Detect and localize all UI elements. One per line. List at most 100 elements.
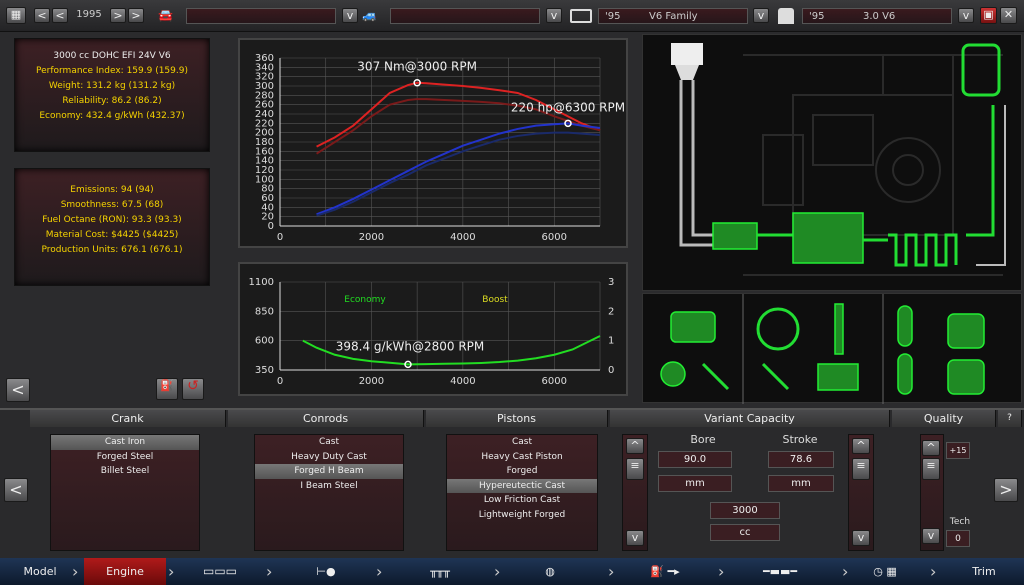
conrod-option[interactable]: Heavy Duty Cast [255, 450, 403, 465]
conrod-option[interactable]: I Beam Steel [255, 479, 403, 494]
model-dropdown-button[interactable]: v [342, 8, 358, 23]
ignition-icon [660, 361, 686, 387]
conrod-icon [897, 305, 913, 347]
x-tick-label: 2000 [359, 376, 384, 387]
chevron-right-icon: › [718, 562, 725, 581]
stroke-unit: mm [768, 475, 834, 492]
trim-dropdown-button[interactable]: v [546, 8, 562, 23]
spark-plug-icon [701, 362, 730, 391]
piston-option[interactable]: Hypereutectic Cast [447, 478, 597, 493]
y2-tick-label: 0 [608, 365, 614, 376]
quality-down-button[interactable]: v [922, 528, 940, 544]
stroke-up-button[interactable]: ^ [852, 438, 870, 454]
model-field[interactable] [186, 8, 336, 24]
y-tick-label: 600 [255, 336, 274, 347]
chevron-right-icon: › [266, 562, 273, 581]
exhaust-manifold-icon [888, 233, 958, 267]
bore-down-button[interactable]: v [626, 530, 644, 546]
crank-header: Crank [30, 410, 226, 427]
quality-up-button[interactable]: ^ [922, 440, 940, 456]
help-button[interactable]: ? [998, 410, 1022, 427]
tech-value: 0 [946, 530, 970, 547]
tab-exhaust[interactable]: ━▬▬━ [740, 558, 820, 585]
cylinder-head-icon [792, 212, 864, 264]
tab-fuel[interactable]: ⛽ ━▸ [630, 558, 700, 585]
y-tick-label: 360 [255, 53, 274, 64]
tab-bottom-end[interactable]: ⊢● [296, 558, 356, 585]
engine-block-icon: ▭▭▭ [202, 564, 237, 578]
bore-value[interactable]: 90.0 [658, 451, 732, 468]
wrench-icon [761, 362, 790, 391]
piston-option[interactable]: Lightweight Forged [447, 508, 597, 523]
turbo-icon: ◍ [545, 565, 555, 578]
tab-results[interactable]: ◷ ▦ [860, 558, 910, 585]
piston-option[interactable]: Low Friction Cast [447, 493, 597, 508]
test-engine-icon[interactable]: ⛽ [156, 378, 178, 400]
parts-prev-button[interactable]: < [4, 478, 28, 502]
power-torque-chart: 0204060801001201401601802002202402602803… [255, 53, 625, 243]
y-tick-label: 850 [255, 306, 274, 317]
year-first-button[interactable]: < [34, 8, 50, 23]
close-icon[interactable]: ✕ [1000, 7, 1017, 24]
series-line [316, 81, 601, 148]
conrod-alt-icon [897, 353, 913, 395]
tab-trim[interactable]: Trim [944, 558, 1024, 585]
x-tick-label: 2000 [359, 232, 384, 243]
bore-up-button[interactable]: ^ [626, 438, 644, 454]
x-tick-label: 4000 [450, 232, 475, 243]
tab-block[interactable]: ▭▭▭ [190, 558, 250, 585]
tab-top-end[interactable]: ╥╥╥ [410, 558, 470, 585]
quality-slider-handle[interactable]: ≡ [922, 458, 940, 480]
stroke-slider-handle[interactable]: ≡ [852, 458, 870, 480]
stat-reliability: Reliability: 86.2 (86.2) [62, 96, 162, 106]
top-bar: ▦ < < 1995 > > 🚘 v 🚙 v '95 V6 Family v '9… [0, 0, 1024, 32]
exhaust-icon: ━▬▬━ [762, 565, 798, 578]
camshaft-icon [817, 363, 859, 391]
undo-icon[interactable]: ↺ [182, 378, 204, 400]
piston-option[interactable]: Forged [447, 464, 597, 479]
year-prev-button[interactable]: < [52, 8, 68, 23]
piston-option[interactable]: Cast [447, 435, 597, 450]
y2-tick-label: 1 [608, 336, 614, 347]
variant-header: Variant Capacity [610, 410, 890, 427]
capacity-value: 3000 [710, 502, 780, 519]
x-tick-label: 0 [277, 232, 283, 243]
crank-option[interactable]: Forged Steel [51, 450, 199, 465]
crank-option[interactable]: Billet Steel [51, 464, 199, 479]
variant-field[interactable]: '95 3.0 V6 [802, 8, 952, 24]
variant-dropdown-button[interactable]: v [958, 8, 974, 23]
conrod-option[interactable]: Forged H Beam [255, 464, 403, 479]
family-dropdown-button[interactable]: v [753, 8, 769, 23]
series-line [316, 122, 601, 216]
schematic-drawing [671, 43, 1006, 276]
tech-label: Tech [949, 517, 971, 527]
trim-field[interactable] [390, 8, 540, 24]
stat-performance: Performance Index: 159.9 (159.9) [36, 66, 188, 76]
calendar-icon[interactable]: ▦ [6, 7, 26, 24]
chevron-right-icon: › [930, 562, 937, 581]
stroke-value[interactable]: 78.6 [768, 451, 834, 468]
tab-engine[interactable]: Engine [84, 558, 166, 585]
stats-panel-primary: 3000 cc DOHC EFI 24V V6 Performance Inde… [14, 38, 210, 152]
family-field[interactable]: '95 V6 Family [598, 8, 748, 24]
back-button[interactable]: < [6, 378, 30, 402]
save-icon[interactable]: ▣ [980, 7, 997, 24]
tab-aspiration[interactable]: ◍ [520, 558, 580, 585]
capacity-unit: cc [710, 524, 780, 541]
year-last-button[interactable]: > [128, 8, 144, 23]
component-icons-panel [642, 293, 1022, 404]
year-next-button[interactable]: > [110, 8, 126, 23]
valve-icon [834, 303, 844, 355]
crank-list: Cast Iron Forged Steel Billet Steel [50, 434, 200, 551]
conrod-option[interactable]: Cast [255, 435, 403, 450]
crank-option[interactable]: Cast Iron [51, 435, 199, 450]
results-icon: ◷ ▦ [873, 565, 897, 578]
piston-option[interactable]: Heavy Cast Piston [447, 450, 597, 465]
bore-slider-handle[interactable]: ≡ [626, 458, 644, 480]
parts-next-button[interactable]: > [994, 478, 1018, 502]
x-tick-label: 0 [277, 376, 283, 387]
car-model-icon: 🚘 [158, 8, 173, 22]
tab-model[interactable]: Model [0, 558, 80, 585]
air-intake-icon [675, 65, 699, 80]
stroke-down-button[interactable]: v [852, 530, 870, 546]
